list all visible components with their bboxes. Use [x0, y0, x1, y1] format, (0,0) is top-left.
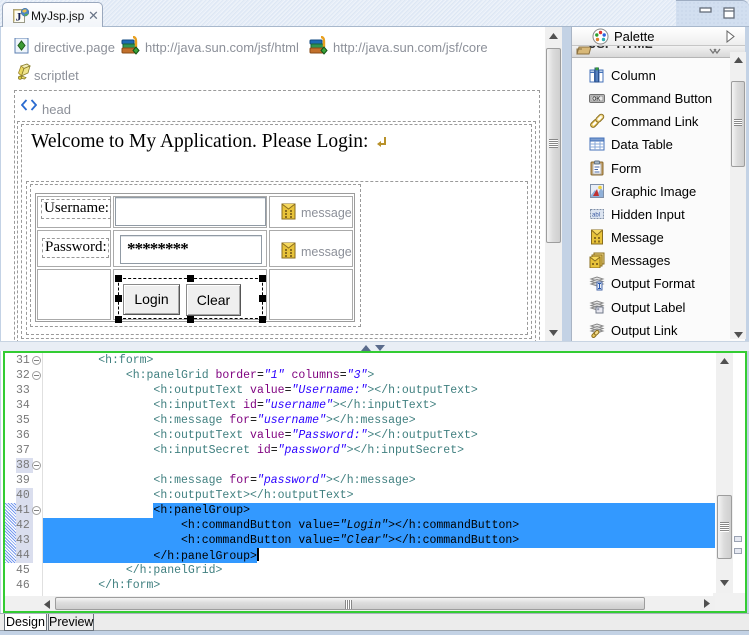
- svg-text:J: J: [16, 10, 22, 24]
- svg-text:abl: abl: [592, 213, 600, 219]
- svg-text:OK: OK: [592, 97, 600, 103]
